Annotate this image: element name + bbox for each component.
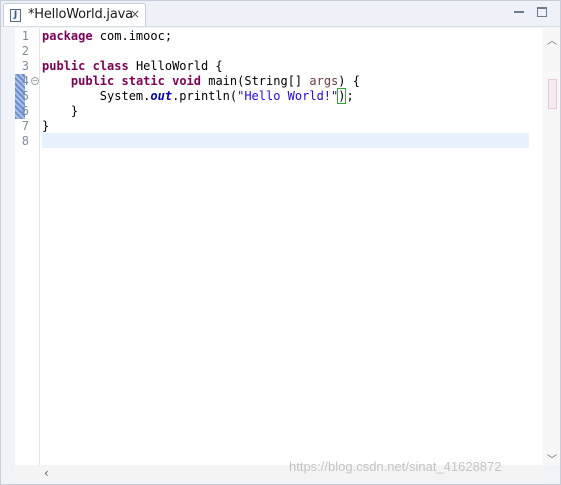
close-icon[interactable]: × xyxy=(130,7,140,21)
line-number: 2 xyxy=(21,44,29,58)
editor-window: J *HelloWorld.java × 1 2 3 4 5 6 7 8 − p… xyxy=(0,0,561,485)
code-line: System.out.println("Hello World!"); xyxy=(99,88,354,104)
maximize-icon[interactable] xyxy=(537,7,547,17)
watermark: https://blog.csdn.net/sinat_41628872 xyxy=(289,459,502,474)
code-editor[interactable]: 1 2 3 4 5 6 7 8 − package com.imooc; pub… xyxy=(15,28,560,466)
code-line: } xyxy=(42,104,79,118)
overview-ruler-marker[interactable] xyxy=(548,79,557,109)
line-number: 4 xyxy=(21,74,29,88)
line-number: 8 xyxy=(21,134,29,148)
line-number: 3 xyxy=(21,59,29,73)
current-line-highlight xyxy=(42,133,529,148)
scroll-up-icon[interactable]: ︿ xyxy=(547,32,557,47)
line-number: 1 xyxy=(21,29,29,43)
tab-helloworld-java[interactable]: J *HelloWorld.java × xyxy=(3,3,146,26)
tab-title: *HelloWorld.java xyxy=(28,7,133,22)
java-file-icon: J xyxy=(10,9,21,22)
code-text-area[interactable]: package com.imooc; public class HelloWor… xyxy=(40,28,530,465)
line-number: 6 xyxy=(21,104,29,118)
minimize-icon[interactable] xyxy=(514,7,524,13)
line-number: 5 xyxy=(21,89,29,103)
line-number-gutter: 1 2 3 4 5 6 7 8 − xyxy=(15,28,40,465)
code-line: public class HelloWorld { xyxy=(42,59,223,73)
code-line: public static void main(String[] args) { xyxy=(70,74,360,88)
code-line: package com.imooc; xyxy=(42,29,173,43)
line-number: 7 xyxy=(21,119,29,133)
collapse-fold-icon[interactable]: − xyxy=(31,77,39,85)
scroll-down-icon[interactable]: ﹀ xyxy=(547,451,557,466)
code-line: } xyxy=(42,119,50,133)
tab-bar: J *HelloWorld.java × xyxy=(1,1,560,27)
scroll-left-icon[interactable]: ‹ xyxy=(44,466,49,480)
